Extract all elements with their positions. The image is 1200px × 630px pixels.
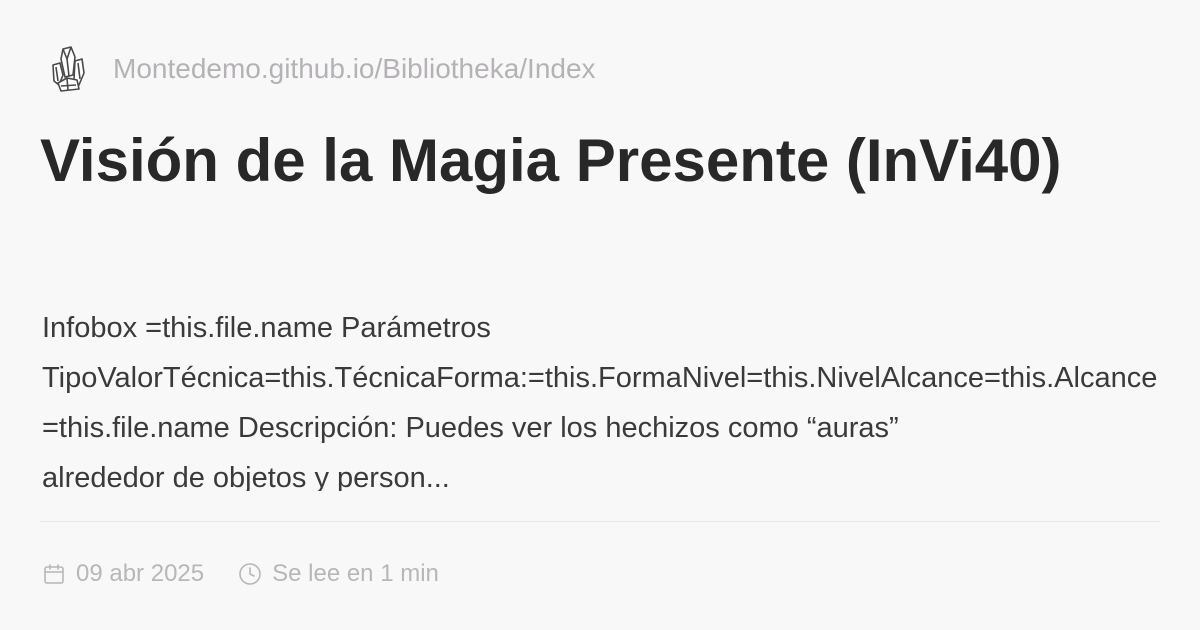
page-title: Visión de la Magia Presente (InVi40) <box>40 127 1062 194</box>
article-description: Infobox =this.file.name Parámetros TipoV… <box>42 303 1160 491</box>
crystal-cluster-icon <box>48 44 88 94</box>
article-meta: 09 abr 2025 Se lee en 1 min <box>42 557 439 591</box>
description-line: alrededor de objetos y person... <box>42 462 450 491</box>
description-line: Infobox =this.file.name Parámetros <box>42 312 491 344</box>
divider <box>40 521 1160 522</box>
site-url[interactable]: Montedemo.github.io/Bibliotheka/Index <box>113 53 596 85</box>
reading-time: Se lee en 1 min <box>238 560 439 588</box>
share-card: Montedemo.github.io/Bibliotheka/Index Vi… <box>0 0 1200 630</box>
clock-icon <box>238 562 262 586</box>
calendar-icon <box>42 562 66 586</box>
description-line: TipoValorTécnica=this.TécnicaForma:=this… <box>42 362 1158 394</box>
site-header[interactable]: Montedemo.github.io/Bibliotheka/Index <box>48 44 596 94</box>
description-line: =this.file.name Descripción: Puedes ver … <box>42 412 899 444</box>
reading-time-text: Se lee en 1 min <box>272 560 439 587</box>
publish-date-text: 09 abr 2025 <box>76 560 205 587</box>
publish-date: 09 abr 2025 <box>42 560 204 588</box>
